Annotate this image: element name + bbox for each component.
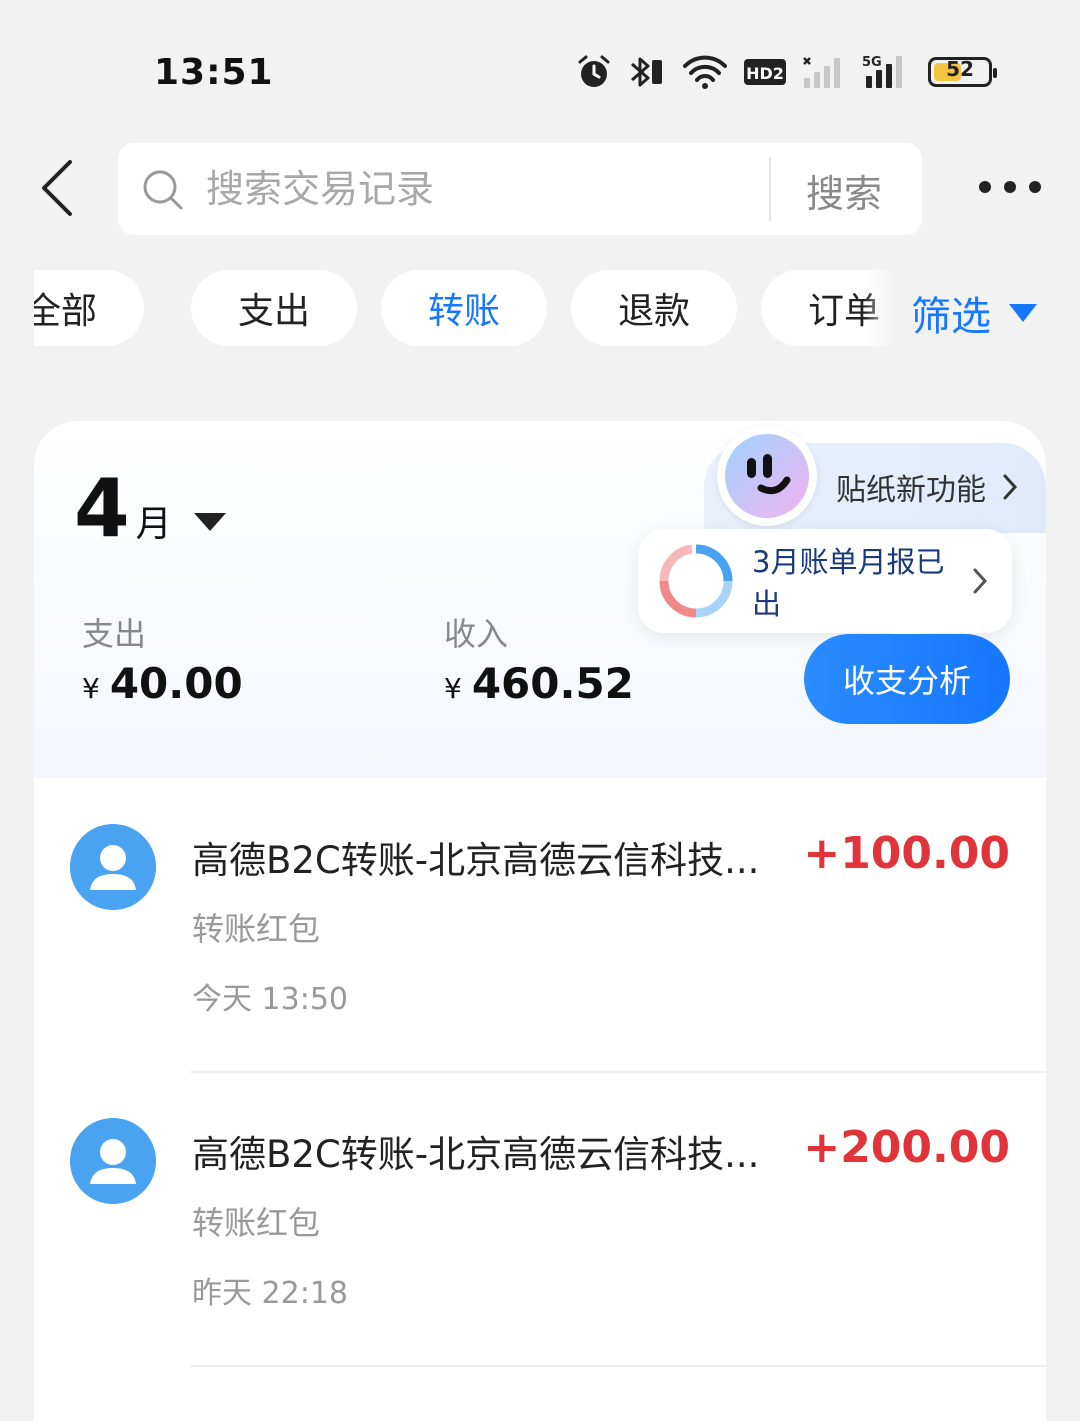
- income-value: 460.52: [471, 659, 634, 708]
- battery-level: 52: [946, 57, 974, 81]
- transaction-amount: +100.00: [803, 828, 1010, 879]
- status-icons: HD2 5G 52: [576, 50, 997, 94]
- sticker-face-icon[interactable]: [717, 426, 817, 526]
- search-bar[interactable]: 搜索: [118, 143, 922, 235]
- report-ring-icon: [659, 544, 733, 618]
- status-time: 13:51: [154, 52, 274, 93]
- status-bar: 13:51 HD2 5G 52: [0, 0, 1080, 130]
- chevron-right-icon: [1003, 474, 1018, 500]
- hd-voice-icon: HD2: [744, 59, 786, 85]
- report-text: 3月账单月报已出: [752, 545, 945, 621]
- search-icon: [143, 170, 183, 210]
- filter-label: 筛选: [911, 294, 991, 340]
- transaction-category: 转账红包: [192, 910, 321, 948]
- caret-down-icon: [193, 513, 226, 531]
- filter-dropdown[interactable]: 筛选: [911, 284, 1037, 342]
- expense-value: 40.00: [109, 659, 243, 708]
- transaction-time: 昨天 22:18: [192, 1276, 348, 1311]
- 5g-signal-icon: 5G: [862, 55, 902, 88]
- transaction-row[interactable]: 高德B2C转账-北京高德云信科技... +200.00 转账红包 昨天 22:1…: [34, 1072, 1046, 1367]
- month-unit: 月: [135, 504, 172, 545]
- expense-total: ¥40.00: [82, 659, 243, 708]
- transaction-amount: +200.00: [803, 1122, 1010, 1173]
- chip-all[interactable]: 全部: [34, 270, 144, 346]
- hd-label: HD2: [746, 64, 784, 83]
- chip-transfer[interactable]: 转账: [381, 270, 547, 346]
- back-arrow-icon[interactable]: [36, 158, 84, 218]
- sticker-promo-label: 贴纸新功能: [836, 473, 986, 508]
- more-options-icon[interactable]: [978, 180, 1042, 194]
- filter-chips: 全部 支出 转账 退款 订单: [34, 270, 894, 348]
- month-selector[interactable]: 4 月: [74, 461, 226, 557]
- analysis-button[interactable]: 收支分析: [804, 634, 1010, 724]
- income-currency: ¥: [444, 672, 462, 705]
- battery-icon: 52: [928, 57, 997, 87]
- search-input[interactable]: [206, 143, 846, 235]
- income-label: 收入: [444, 615, 509, 653]
- income-total: ¥460.52: [444, 659, 634, 708]
- month-number: 4: [74, 462, 130, 555]
- summary-header: 贴纸新功能 4 月 支出 ¥40.00 收入 ¥ 460.52 3月账单月报已出…: [34, 421, 1046, 778]
- search-button[interactable]: 搜索: [806, 163, 882, 218]
- avatar-icon: [70, 824, 156, 910]
- avatar-icon: [70, 1118, 156, 1204]
- caret-down-icon: [1009, 304, 1037, 322]
- bluetooth-icon: [631, 57, 662, 87]
- expense-label: 支出: [82, 615, 147, 653]
- 5g-label: 5G: [862, 55, 882, 70]
- transactions-card: 贴纸新功能 4 月 支出 ¥40.00 收入 ¥ 460.52 3月账单月报已出…: [34, 421, 1046, 1421]
- search-divider: [769, 157, 771, 221]
- signal-icon: [803, 57, 840, 88]
- chips-fade: [864, 270, 894, 348]
- expense-currency: ¥: [82, 672, 100, 705]
- transaction-time: 今天 13:50: [192, 982, 348, 1017]
- chip-refund[interactable]: 退款: [571, 270, 737, 346]
- transaction-category: 转账红包: [192, 1204, 321, 1242]
- alarm-icon: [578, 55, 610, 87]
- chip-expense[interactable]: 支出: [191, 270, 357, 346]
- chevron-right-icon: [973, 568, 988, 594]
- transaction-title: 高德B2C转账-北京高德云信科技...: [192, 1133, 760, 1176]
- transaction-title: 高德B2C转账-北京高德云信科技...: [192, 839, 760, 882]
- wifi-icon: [683, 55, 727, 89]
- transaction-row[interactable]: 高德B2C转账-北京高德云信科技... +100.00 转账红包 今天 13:5…: [34, 778, 1046, 1073]
- monthly-report-tooltip[interactable]: 3月账单月报已出: [638, 529, 1012, 657]
- row-divider: [190, 1365, 1046, 1367]
